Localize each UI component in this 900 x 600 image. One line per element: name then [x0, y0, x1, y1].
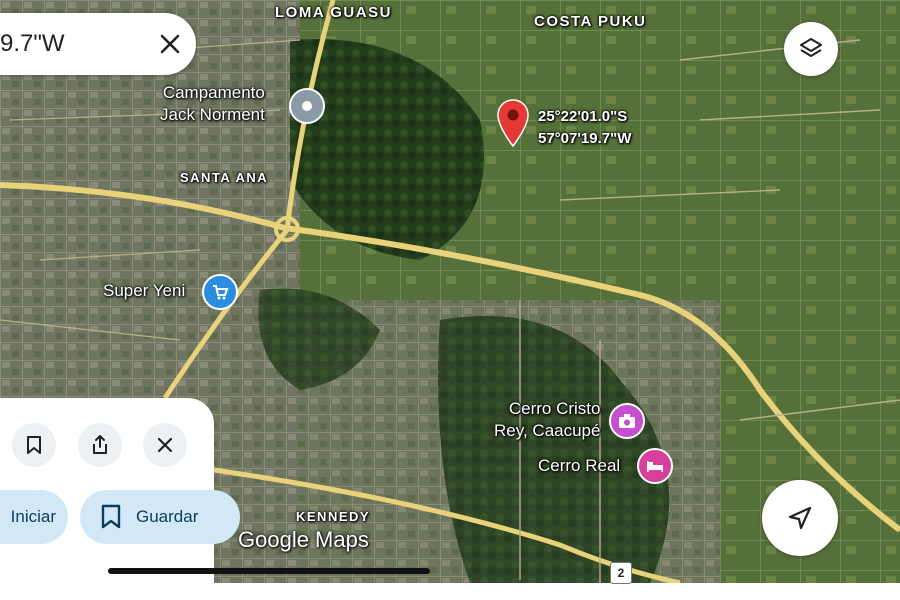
shopping-cart-icon[interactable]: [202, 274, 238, 310]
start-navigation-button[interactable]: Iniciar: [0, 490, 68, 544]
pin-longitude: 57°07'19.7"W: [538, 130, 632, 147]
bed-icon[interactable]: [637, 448, 673, 484]
dropped-pin-icon[interactable]: [496, 98, 530, 150]
camera-icon[interactable]: [609, 403, 645, 439]
poi-name-line2: Rey, Caacupé: [494, 421, 601, 440]
bookmark-icon: [27, 436, 41, 454]
save-bookmark-button[interactable]: [12, 423, 56, 467]
close-icon[interactable]: [158, 32, 182, 56]
google-maps-watermark: Google Maps: [238, 527, 369, 552]
area-label-loma-guasu: LOMA GUASU: [275, 4, 392, 21]
route-shield: 2: [610, 562, 632, 584]
close-panel-button[interactable]: [143, 423, 187, 467]
save-place-button[interactable]: Guardar: [80, 490, 240, 544]
share-icon: [93, 435, 107, 454]
area-label-costa-puku: COSTA PUKU: [534, 13, 647, 30]
poi-label-campamento[interactable]: Campamento Jack Norment: [160, 82, 265, 126]
pin-latitude: 25°22'01.0"S: [538, 108, 628, 125]
layers-icon: [800, 38, 822, 57]
landmark-pin-icon[interactable]: [289, 88, 325, 124]
navigate-button[interactable]: [762, 480, 838, 556]
home-indicator[interactable]: [108, 568, 430, 574]
bottom-bar: [0, 583, 900, 600]
poi-label-cerro-real[interactable]: Cerro Real: [538, 455, 620, 477]
dropped-pin-coordinates: 25°22'01.0"S 57°07'19.7"W: [538, 106, 631, 150]
poi-name-line2: Jack Norment: [160, 105, 265, 124]
start-button-label: Iniciar: [10, 507, 56, 526]
close-icon: [157, 437, 173, 453]
bookmark-icon: [101, 504, 121, 529]
save-button-label: Guardar: [136, 507, 199, 526]
layers-button[interactable]: [784, 22, 838, 76]
poi-name-line1: Cerro Cristo: [508, 399, 601, 418]
poi-label-cerro-cristo-rey[interactable]: Cerro Cristo Rey, Caacupé: [494, 398, 600, 442]
area-label-kennedy: KENNEDY: [296, 509, 371, 524]
search-query-text[interactable]: 9.7"W: [0, 30, 65, 58]
search-bar[interactable]: 9.7"W: [0, 13, 196, 75]
share-button[interactable]: [78, 423, 122, 467]
area-label-santa-ana: SANTA ANA: [180, 170, 269, 185]
place-action-panel: Iniciar Guardar: [0, 398, 240, 583]
poi-label-super-yeni[interactable]: Super Yeni: [103, 280, 185, 302]
poi-name-line1: Campamento: [162, 83, 265, 102]
navigation-arrow-icon: [788, 506, 812, 530]
